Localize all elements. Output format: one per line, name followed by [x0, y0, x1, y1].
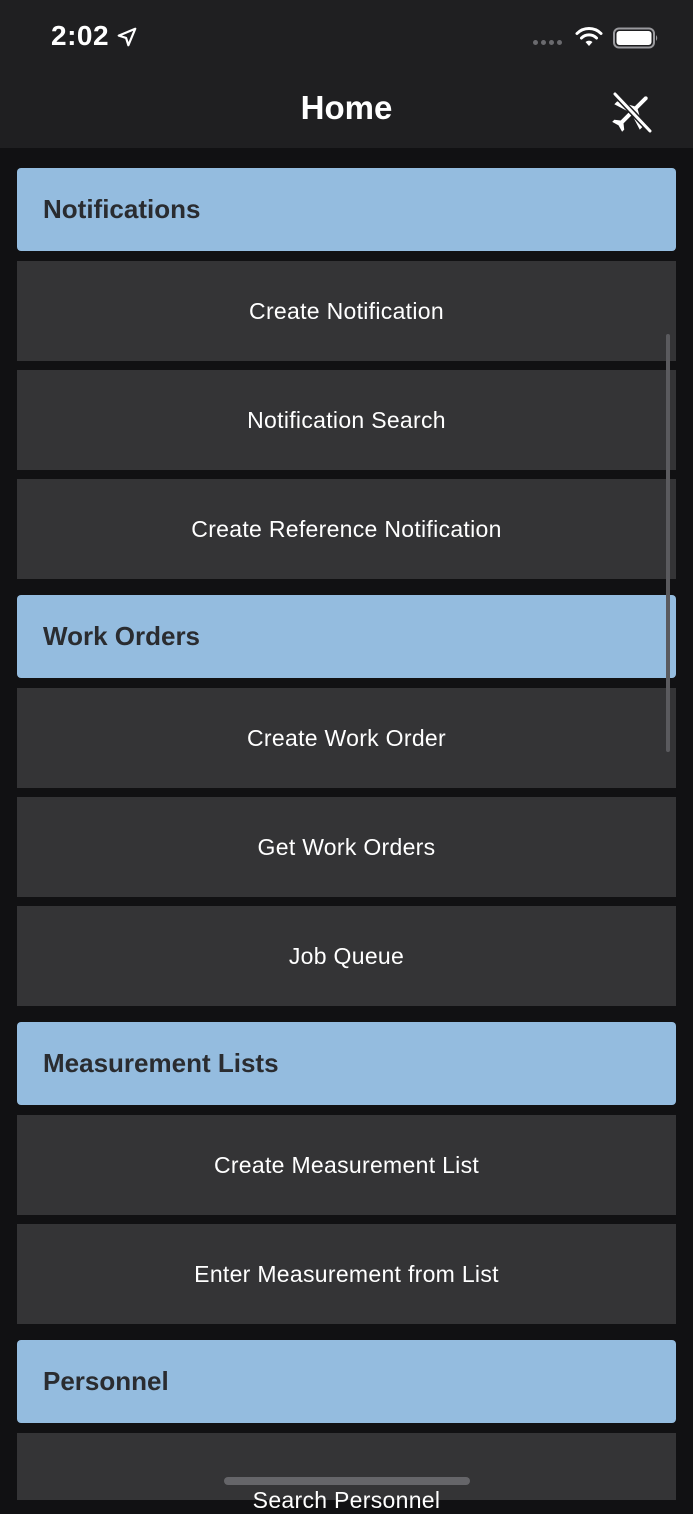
- section-header-notifications: Notifications: [17, 168, 676, 251]
- create-work-order-button[interactable]: Create Work Order: [17, 688, 676, 788]
- notification-search-button[interactable]: Notification Search: [17, 370, 676, 470]
- create-measurement-list-button[interactable]: Create Measurement List: [17, 1115, 676, 1215]
- menu-list[interactable]: Notifications Create Notification Notifi…: [0, 148, 693, 1513]
- create-reference-notification-button[interactable]: Create Reference Notification: [17, 479, 676, 579]
- job-queue-button[interactable]: Job Queue: [17, 906, 676, 1006]
- airplane-off-icon[interactable]: [606, 86, 658, 138]
- location-arrow-icon: [117, 27, 137, 47]
- cellular-signal-icon: [533, 40, 562, 45]
- scrollbar[interactable]: [666, 334, 670, 752]
- wifi-icon: [575, 27, 603, 46]
- page-title: Home: [300, 89, 393, 126]
- search-personnel-button[interactable]: Search Personnel: [17, 1433, 676, 1513]
- enter-measurement-from-list-button[interactable]: Enter Measurement from List: [17, 1224, 676, 1324]
- search-personnel-label: Search Personnel: [252, 1487, 441, 1513]
- create-notification-button[interactable]: Create Notification: [17, 261, 676, 361]
- status-time: 2:02: [51, 20, 110, 51]
- home-indicator[interactable]: [224, 1477, 470, 1485]
- section-header-work-orders: Work Orders: [17, 595, 676, 678]
- battery-icon: [613, 27, 658, 49]
- section-header-personnel: Personnel: [17, 1340, 676, 1423]
- navigation-bar: Home: [0, 76, 693, 148]
- status-bar: 2:02: [0, 0, 693, 76]
- section-header-measurement-lists: Measurement Lists: [17, 1022, 676, 1105]
- get-work-orders-button[interactable]: Get Work Orders: [17, 797, 676, 897]
